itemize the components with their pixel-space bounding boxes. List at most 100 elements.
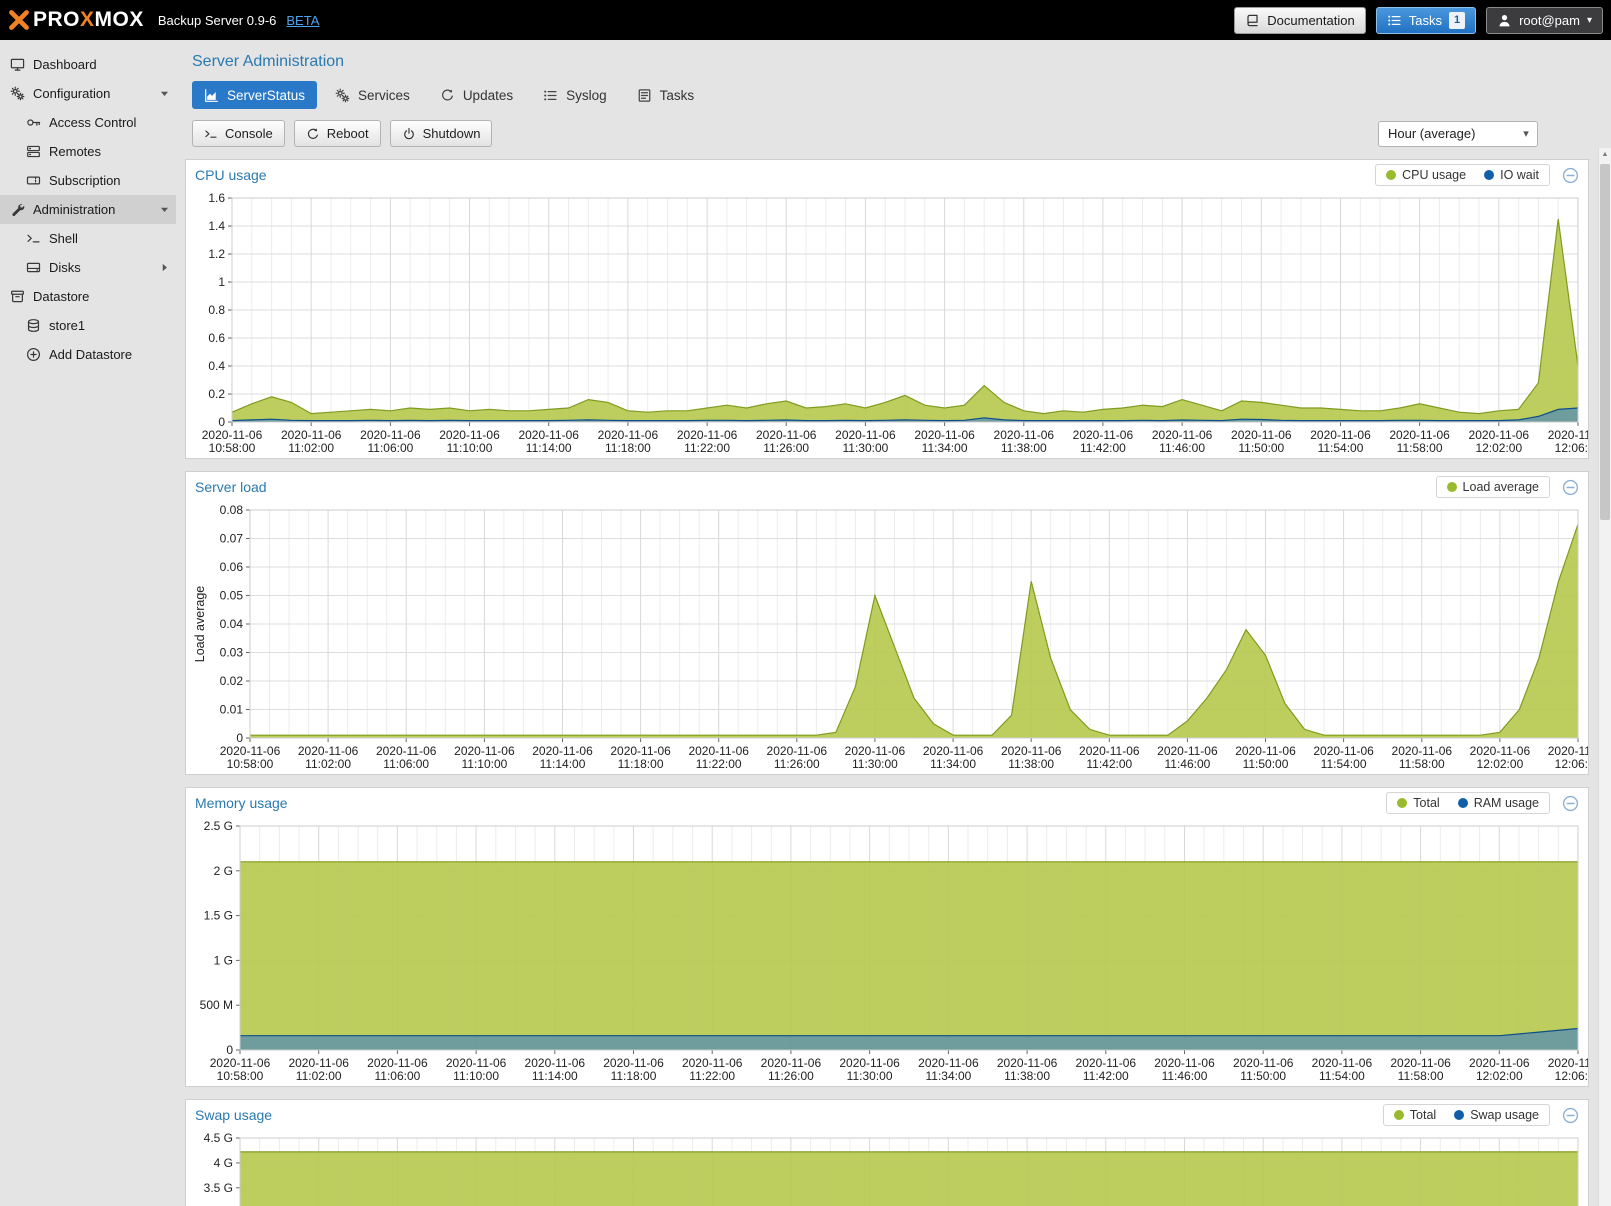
svg-text:11:02:00: 11:02:00 <box>305 757 351 771</box>
svg-text:2020-11-06: 2020-11-06 <box>376 744 437 758</box>
time-range-select[interactable]: Hour (average) ▾ <box>1378 121 1538 147</box>
legend-label: RAM usage <box>1474 796 1539 810</box>
svg-text:11:46:00: 11:46:00 <box>1159 441 1205 455</box>
svg-text:11:30:00: 11:30:00 <box>847 1069 893 1083</box>
svg-text:2020-11-06: 2020-11-06 <box>1001 744 1062 758</box>
svg-text:2020-11-06: 2020-11-06 <box>677 428 738 442</box>
proxmox-x-icon <box>8 9 30 31</box>
sidebar-item-dashboard[interactable]: Dashboard <box>0 50 176 79</box>
svg-text:2020-11-06: 2020-11-06 <box>1076 1056 1137 1070</box>
tab-label: Updates <box>463 88 513 103</box>
tab-tasks[interactable]: Tasks <box>625 81 707 109</box>
svg-text:11:26:00: 11:26:00 <box>763 441 809 455</box>
desktop-icon <box>10 57 25 72</box>
book-icon <box>1245 13 1260 28</box>
collapse-panel-icon[interactable] <box>1562 1107 1579 1124</box>
sidebar-item-store1[interactable]: store1 <box>0 311 176 340</box>
documentation-button[interactable]: Documentation <box>1234 7 1365 34</box>
user-menu-button[interactable]: root@pam ▾ <box>1486 7 1603 34</box>
sidebar-item-label: store1 <box>49 318 171 333</box>
sidebar-item-shell[interactable]: Shell <box>0 224 176 253</box>
scrollbar-up-icon[interactable]: ▲ <box>1599 148 1611 161</box>
svg-text:12:06:00: 12:06:00 <box>1555 441 1588 455</box>
console-button[interactable]: Console <box>192 120 285 147</box>
svg-text:11:02:00: 11:02:00 <box>288 441 334 455</box>
wrench-icon <box>10 202 25 217</box>
svg-text:2.5 G: 2.5 G <box>204 819 233 833</box>
svg-text:0.8: 0.8 <box>208 303 225 317</box>
tab-services[interactable]: Services <box>323 81 422 109</box>
legend-label: Swap usage <box>1470 1108 1539 1122</box>
svg-text:1.5 G: 1.5 G <box>204 909 233 923</box>
sidebar-item-administration[interactable]: Administration <box>0 195 176 224</box>
chart-legend: Load average <box>1436 476 1550 498</box>
chevron-right-icon[interactable] <box>158 261 171 274</box>
panel-title: CPU usage <box>195 167 267 183</box>
tab-label: Tasks <box>660 88 695 103</box>
svg-text:11:42:00: 11:42:00 <box>1083 1069 1129 1083</box>
svg-text:2020-11-06: 2020-11-06 <box>923 744 984 758</box>
svg-text:0.6: 0.6 <box>208 331 225 345</box>
sidebar-item-remotes[interactable]: Remotes <box>0 137 176 166</box>
sidebar-item-access-control[interactable]: Access Control <box>0 108 176 137</box>
svg-text:11:14:00: 11:14:00 <box>540 757 586 771</box>
svg-text:1: 1 <box>218 275 225 289</box>
sidebar-item-label: Administration <box>33 202 150 217</box>
svg-text:11:30:00: 11:30:00 <box>842 441 888 455</box>
sidebar-item-configuration[interactable]: Configuration <box>0 79 176 108</box>
svg-text:2020-11-06: 2020-11-06 <box>997 1056 1058 1070</box>
ticket-icon <box>26 173 41 188</box>
main-content: Server Administration ServerStatusServic… <box>176 40 1598 1206</box>
collapse-panel-icon[interactable] <box>1562 479 1579 496</box>
chevron-down-icon[interactable] <box>158 203 171 216</box>
svg-text:2020-11-06: 2020-11-06 <box>688 744 749 758</box>
panel-title: Memory usage <box>195 795 288 811</box>
svg-text:500 M: 500 M <box>200 998 233 1012</box>
vertical-scrollbar[interactable]: ▲ <box>1598 148 1611 1206</box>
chart-area-icon <box>204 88 219 103</box>
chevron-down-icon[interactable] <box>158 87 171 100</box>
collapse-panel-icon[interactable] <box>1562 167 1579 184</box>
time-range-value: Hour (average) <box>1388 126 1475 141</box>
collapse-panel-icon[interactable] <box>1562 795 1579 812</box>
svg-text:11:38:00: 11:38:00 <box>1004 1069 1050 1083</box>
svg-text:2020-11-06: 2020-11-06 <box>1313 744 1374 758</box>
scrollbar-thumb[interactable] <box>1600 164 1610 520</box>
svg-text:2020-11-06: 2020-11-06 <box>1233 1056 1294 1070</box>
svg-text:11:34:00: 11:34:00 <box>922 441 968 455</box>
legend-item-io-wait: IO wait <box>1484 168 1539 182</box>
svg-text:11:10:00: 11:10:00 <box>461 757 507 771</box>
beta-link[interactable]: BETA <box>286 13 319 28</box>
svg-text:11:38:00: 11:38:00 <box>1008 757 1054 771</box>
sidebar-item-subscription[interactable]: Subscription <box>0 166 176 195</box>
toolbar-buttons: Console Reboot Shutdown <box>192 120 501 147</box>
tab-syslog[interactable]: Syslog <box>531 81 619 109</box>
svg-text:0.4: 0.4 <box>208 359 225 373</box>
tasks-button[interactable]: Tasks 1 <box>1376 7 1476 34</box>
sidebar-item-label: Access Control <box>49 115 171 130</box>
svg-text:12:02:00: 12:02:00 <box>1477 757 1524 771</box>
legend-item-load-average: Load average <box>1447 480 1539 494</box>
svg-text:4 G: 4 G <box>214 1156 233 1170</box>
page-title: Server Administration <box>192 53 1582 71</box>
svg-text:11:46:00: 11:46:00 <box>1162 1069 1208 1083</box>
sidebar-item-add-datastore[interactable]: Add Datastore <box>0 340 176 369</box>
svg-text:2020-11-06: 2020-11-06 <box>1548 744 1588 758</box>
toolbar: Console Reboot Shutdown Hour (average) ▾ <box>192 120 1582 147</box>
panel-header: Swap usageTotalSwap usage <box>186 1100 1588 1130</box>
svg-text:12:06:00: 12:06:00 <box>1555 757 1588 771</box>
sidebar-item-datastore[interactable]: Datastore <box>0 282 176 311</box>
svg-text:0.06: 0.06 <box>220 560 244 574</box>
legend-dot <box>1458 798 1468 808</box>
tab-serverstatus[interactable]: ServerStatus <box>192 81 317 109</box>
svg-text:4.5 G: 4.5 G <box>204 1131 233 1145</box>
svg-text:2020-11-06: 2020-11-06 <box>914 428 975 442</box>
tab-updates[interactable]: Updates <box>428 81 525 109</box>
svg-text:11:18:00: 11:18:00 <box>605 441 651 455</box>
panel-server-load: Server loadLoad average00.010.020.030.04… <box>185 471 1589 775</box>
reboot-button[interactable]: Reboot <box>294 120 381 147</box>
tasks-badge: 1 <box>1449 12 1465 29</box>
svg-text:2020-11-06: 2020-11-06 <box>761 1056 822 1070</box>
sidebar-item-disks[interactable]: Disks <box>0 253 176 282</box>
shutdown-button[interactable]: Shutdown <box>390 120 493 147</box>
